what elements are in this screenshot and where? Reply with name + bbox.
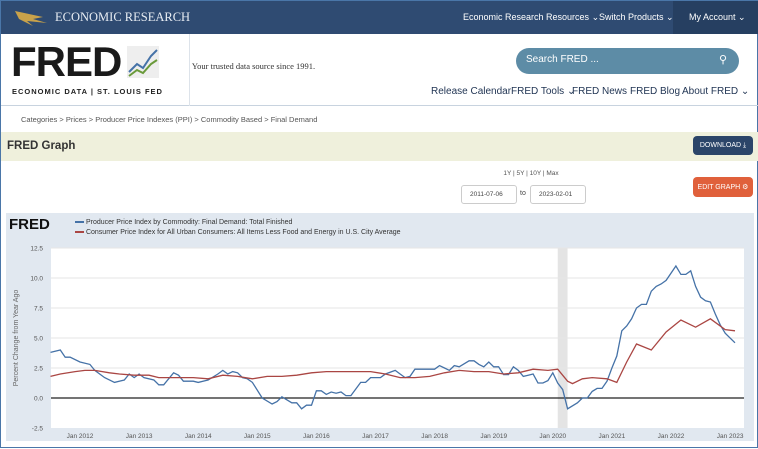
x-tick-label: Jan 2015 — [244, 433, 271, 440]
y-tick-label: 12.5 — [30, 246, 43, 253]
y-tick-label: 5.0 — [34, 336, 43, 343]
x-tick-label: Jan 2021 — [599, 433, 626, 440]
y-axis-label: Percent Change from Year Ago — [13, 290, 20, 387]
y-tick-label: 7.5 — [34, 306, 43, 313]
x-tick-label: Jan 2018 — [421, 433, 448, 440]
y-tick-label: 2.5 — [34, 366, 43, 373]
x-tick-label: Jan 2016 — [303, 433, 330, 440]
y-tick-label: 0.0 — [34, 396, 43, 403]
x-tick-label: Jan 2017 — [362, 433, 389, 440]
x-tick-label: Jan 2022 — [658, 433, 685, 440]
y-tick-label: 10.0 — [30, 276, 43, 283]
x-tick-label: Jan 2020 — [539, 433, 566, 440]
x-tick-label: Jan 2023 — [717, 433, 744, 440]
y-tick-label: -2.5 — [32, 426, 44, 433]
line-chart: 12.5 10.0 7.5 5.0 2.5 0.0 -2.5 Jan 2012 Jan 2013… — [13, 246, 744, 440]
x-tick-label: Jan 2014 — [185, 433, 212, 440]
x-tick-label: Jan 2013 — [126, 433, 153, 440]
x-tick-label: Jan 2012 — [67, 433, 94, 440]
x-tick-label: Jan 2019 — [480, 433, 507, 440]
